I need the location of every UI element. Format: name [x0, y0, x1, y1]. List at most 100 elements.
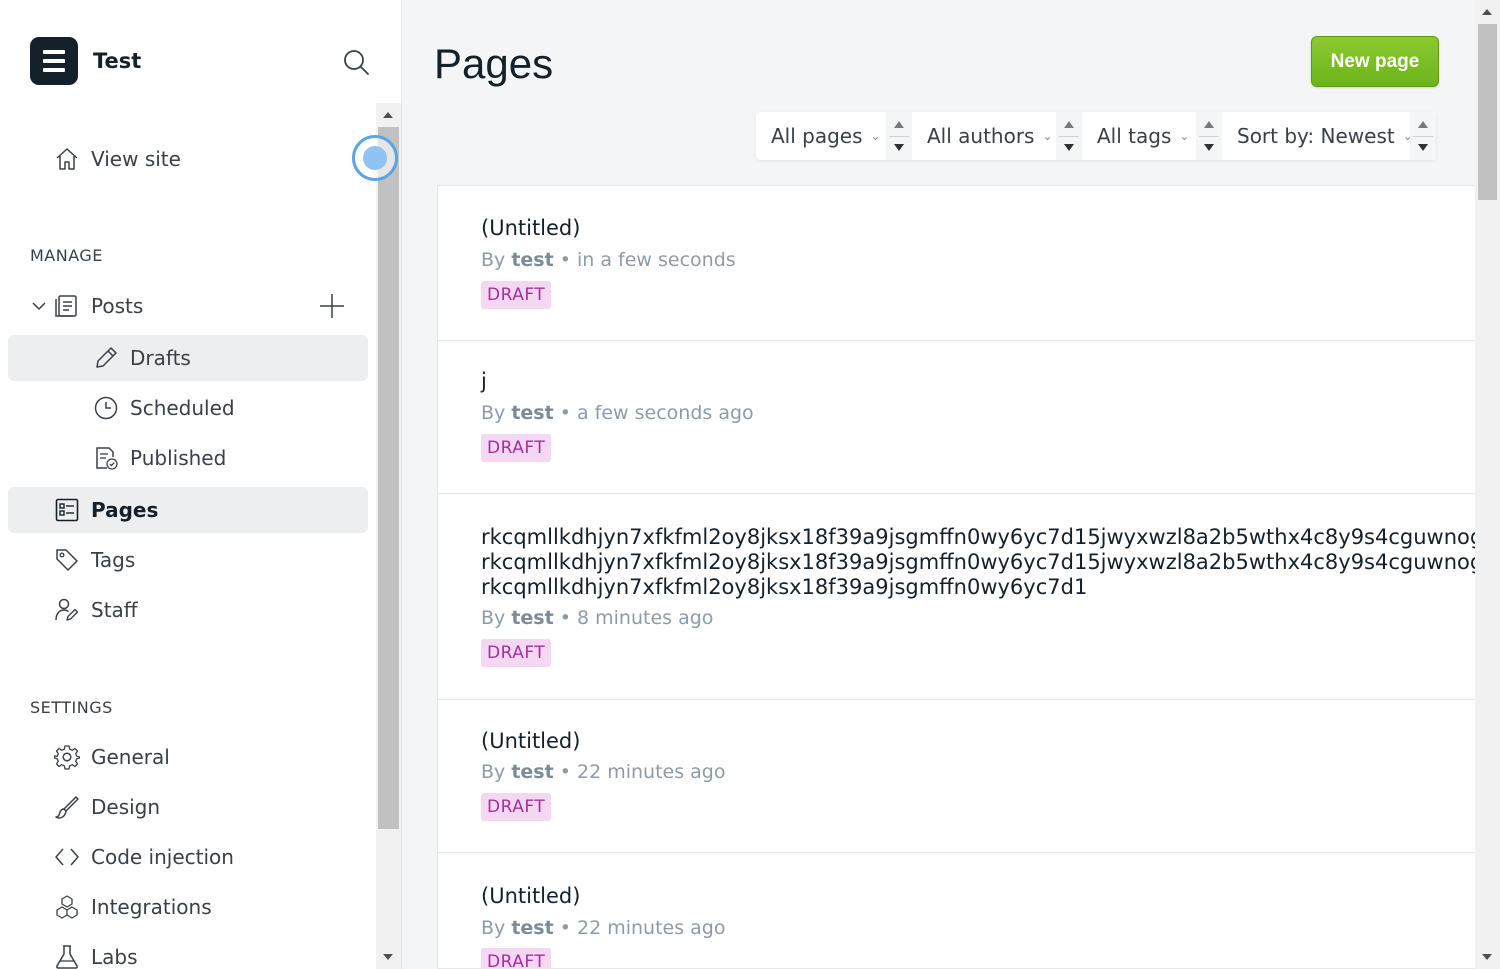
sidebar-item-scheduled[interactable]: Scheduled: [8, 385, 368, 431]
flask-icon: [53, 943, 81, 969]
meta-by: By: [481, 607, 506, 629]
brand-name: Test: [93, 49, 142, 73]
meta-author: test: [511, 917, 554, 939]
meta-time: • 22 minutes ago: [559, 761, 726, 783]
sidebar-item-label: Design: [91, 795, 161, 819]
sidebar-item-label: Pages: [91, 498, 159, 522]
add-post-icon[interactable]: [318, 292, 346, 320]
page-item-meta: By test • a few seconds ago: [481, 402, 754, 424]
select-spinner[interactable]: [1056, 112, 1082, 160]
page-item-meta: By test • 22 minutes ago: [481, 917, 726, 939]
filter-bar: All pages ⌄ All authors ⌄ All tags ⌄ Sor…: [756, 112, 1436, 160]
sidebar-item-label: Integrations: [91, 895, 212, 919]
sidebar-item-tags[interactable]: Tags: [8, 537, 368, 583]
sidebar-item-published[interactable]: Published: [8, 435, 368, 481]
author-filter-select[interactable]: All authors ⌄: [912, 112, 1082, 160]
tag-filter-select[interactable]: All tags ⌄: [1082, 112, 1222, 160]
sidebar-item-labs[interactable]: Labs: [8, 934, 368, 969]
tag-icon: [53, 546, 81, 574]
page-item-title[interactable]: (Untitled): [481, 216, 580, 241]
sidebar-nav: View site MANAGE Posts Drafts Scheduled …: [0, 103, 376, 969]
sidebar-item-pages[interactable]: Pages: [8, 487, 368, 533]
sidebar-item-label: Staff: [91, 598, 138, 622]
select-spinner[interactable]: [886, 112, 912, 160]
page-item-title[interactable]: (Untitled): [481, 729, 580, 754]
brand-logo: [30, 37, 78, 85]
tag-filter-value: All tags: [1097, 124, 1172, 148]
sidebar-item-design[interactable]: Design: [8, 784, 368, 830]
sidebar-item-label: Tags: [91, 548, 136, 572]
author-filter-value: All authors: [927, 124, 1035, 148]
meta-by: By: [481, 249, 506, 271]
title-line: rkcqmllkdhjyn7xfkfml2oy8jksx18f39a9jsgmf…: [481, 575, 1088, 599]
integrations-icon: [53, 893, 81, 921]
brush-icon: [53, 793, 81, 821]
status-badge: DRAFT: [481, 281, 552, 309]
main-scrollbar[interactable]: [1475, 0, 1500, 969]
meta-time: • a few seconds ago: [559, 402, 754, 424]
posts-icon: [53, 292, 81, 320]
gear-icon: [53, 743, 81, 771]
cursor-indicator: [352, 135, 398, 181]
sidebar-item-label: Published: [130, 446, 227, 470]
meta-time: • in a few seconds: [559, 249, 736, 271]
scrollbar-thumb[interactable]: [1478, 24, 1497, 200]
page-item-title[interactable]: (Untitled): [481, 884, 580, 909]
scroll-down-arrow[interactable]: [383, 954, 393, 960]
sort-select[interactable]: Sort by: Newest ⌄: [1222, 112, 1436, 160]
scroll-down-arrow[interactable]: [1482, 954, 1492, 960]
code-icon: [53, 843, 81, 871]
page-item-title[interactable]: j: [481, 369, 487, 394]
settings-section-title: SETTINGS: [30, 698, 113, 717]
sidebar-item-label: General: [91, 745, 170, 769]
meta-by: By: [481, 402, 506, 424]
sidebar-item-integrations[interactable]: Integrations: [8, 884, 368, 930]
home-icon: [53, 145, 81, 173]
sidebar-item-label: View site: [91, 147, 181, 171]
list-item[interactable]: (Untitled) By test • 22 minutes ago DRAF…: [438, 853, 1475, 968]
title-line: rkcqmllkdhjyn7xfkfml2oy8jksx18f39a9jsgmf…: [481, 525, 1475, 549]
sort-value: Sort by: Newest: [1237, 124, 1395, 148]
list-item[interactable]: (Untitled) By test • in a few seconds DR…: [438, 186, 1475, 341]
sidebar-item-code-injection[interactable]: Code injection: [8, 834, 368, 880]
list-item[interactable]: rkcqmllkdhjyn7xfkfml2oy8jksx18f39a9jsgmf…: [438, 494, 1475, 700]
meta-by: By: [481, 917, 506, 939]
page-item-meta: By test • 22 minutes ago: [481, 761, 726, 783]
sidebar-item-drafts[interactable]: Drafts: [8, 335, 368, 381]
sidebar-item-general[interactable]: General: [8, 734, 368, 780]
brand[interactable]: Test: [30, 37, 141, 85]
meta-author: test: [511, 607, 554, 629]
meta-author: test: [511, 761, 554, 783]
sidebar-item-label: Posts: [91, 294, 144, 318]
sidebar-item-view-site[interactable]: View site: [8, 136, 368, 182]
published-icon: [92, 444, 120, 472]
new-page-button[interactable]: New page: [1311, 36, 1439, 87]
pencil-icon: [92, 344, 120, 372]
sidebar-item-posts[interactable]: Posts: [8, 283, 368, 329]
chevron-down-icon: ⌄: [870, 129, 881, 143]
page-title: Pages: [434, 40, 554, 87]
sidebar-scrollbar[interactable]: [376, 103, 401, 969]
clock-icon: [92, 394, 120, 422]
select-spinner[interactable]: [1196, 112, 1222, 160]
chevron-down-icon: ⌄: [1042, 129, 1053, 143]
search-icon[interactable]: [342, 48, 370, 76]
select-spinner[interactable]: [1410, 112, 1436, 160]
sidebar-item-label: Labs: [91, 945, 138, 969]
staff-icon: [53, 596, 81, 624]
sidebar-item-staff[interactable]: Staff: [8, 587, 368, 633]
page-item-title[interactable]: rkcqmllkdhjyn7xfkfml2oy8jksx18f39a9jsgmf…: [481, 525, 1475, 600]
list-item[interactable]: j By test • a few seconds ago DRAFT: [438, 341, 1475, 494]
scroll-up-arrow[interactable]: [383, 112, 393, 118]
sidebar-item-label: Drafts: [130, 346, 191, 370]
chevron-down-icon[interactable]: [25, 292, 53, 320]
meta-by: By: [481, 761, 506, 783]
list-item[interactable]: (Untitled) By test • 22 minutes ago DRAF…: [438, 700, 1475, 853]
scrollbar-thumb[interactable]: [378, 127, 399, 829]
meta-author: test: [511, 402, 554, 424]
scroll-up-arrow[interactable]: [1482, 9, 1492, 15]
title-line: rkcqmllkdhjyn7xfkfml2oy8jksx18f39a9jsgmf…: [481, 550, 1475, 574]
type-filter-value: All pages: [771, 124, 863, 148]
type-filter-select[interactable]: All pages ⌄: [756, 112, 912, 160]
status-badge: DRAFT: [481, 639, 552, 667]
